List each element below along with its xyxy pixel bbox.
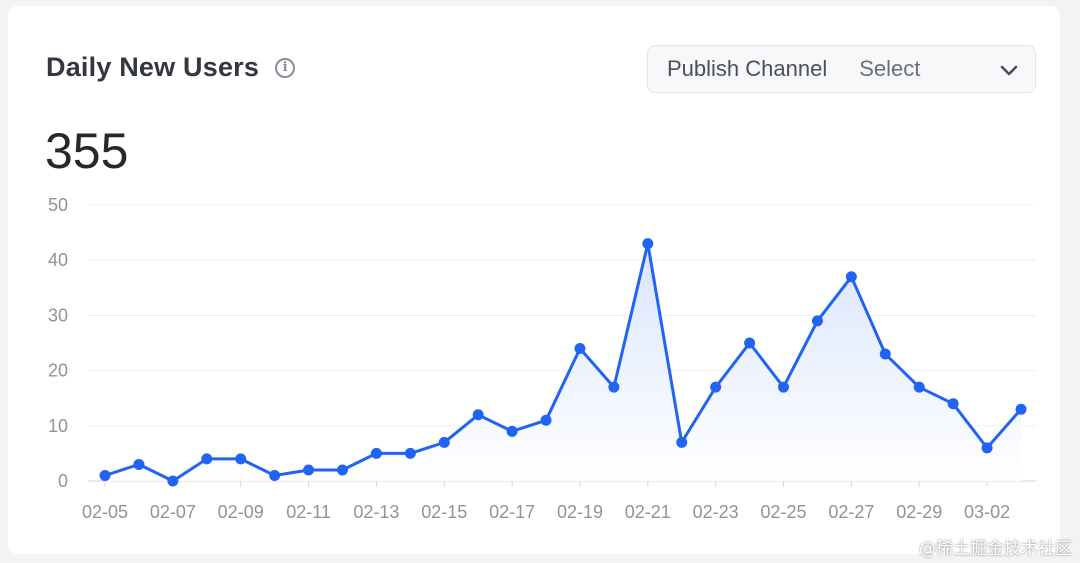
- data-point[interactable]: [845, 271, 857, 283]
- data-point[interactable]: [710, 381, 722, 393]
- data-point[interactable]: [879, 348, 891, 360]
- x-tick-label: 03-02: [964, 502, 1010, 522]
- data-point[interactable]: [269, 469, 281, 481]
- data-point[interactable]: [981, 442, 993, 454]
- data-point[interactable]: [438, 436, 450, 448]
- data-point[interactable]: [235, 453, 247, 465]
- y-tick-label: 40: [48, 250, 68, 270]
- data-point[interactable]: [574, 343, 586, 355]
- y-tick-label: 30: [48, 305, 68, 325]
- data-point[interactable]: [472, 409, 484, 421]
- data-point[interactable]: [303, 464, 315, 476]
- data-point[interactable]: [913, 381, 925, 393]
- x-tick-label: 02-29: [896, 502, 942, 522]
- x-tick-label: 02-15: [421, 502, 467, 522]
- x-tick-label: 02-07: [150, 502, 196, 522]
- x-tick-label: 02-09: [218, 502, 264, 522]
- data-point[interactable]: [336, 464, 348, 476]
- x-tick-label: 02-13: [353, 502, 399, 522]
- data-point[interactable]: [201, 453, 213, 465]
- y-tick-label: 10: [48, 416, 68, 436]
- data-point[interactable]: [370, 447, 382, 459]
- data-point[interactable]: [744, 337, 756, 349]
- data-point[interactable]: [778, 381, 790, 393]
- data-point[interactable]: [608, 381, 620, 393]
- y-axis-ticks: 0 10 20 30 40 50: [48, 195, 68, 491]
- x-tick-label: 02-17: [489, 502, 535, 522]
- data-point[interactable]: [506, 425, 518, 437]
- x-tick-label: 02-23: [693, 502, 739, 522]
- data-point[interactable]: [676, 436, 688, 448]
- watermark: @稀土掘金技术社区: [919, 539, 1072, 559]
- data-point[interactable]: [811, 315, 823, 327]
- y-tick-label: 0: [58, 471, 68, 491]
- line-chart: 01020304050 02-05 02-07 02-09 02-11 02-13 02-…: [48, 195, 1036, 522]
- x-tick-label: 02-25: [760, 502, 806, 522]
- y-tick-label: 50: [48, 195, 68, 215]
- x-axis-ticks: 02-05 02-07 02-09 02-11 02-13 02-15 02-17 02-19…: [82, 481, 1010, 522]
- data-point[interactable]: [642, 238, 654, 250]
- data-point[interactable]: [947, 398, 959, 410]
- data-point[interactable]: [167, 475, 179, 487]
- x-tick-label: 02-05: [82, 502, 128, 522]
- data-point[interactable]: [1015, 403, 1027, 415]
- x-tick-label: 02-21: [625, 502, 671, 522]
- data-point[interactable]: [540, 414, 552, 426]
- data-point[interactable]: [404, 447, 416, 459]
- x-tick-label: 02-27: [828, 502, 874, 522]
- data-point[interactable]: [133, 458, 145, 470]
- x-tick-label: 02-19: [557, 502, 603, 522]
- data-point[interactable]: [99, 469, 111, 481]
- y-tick-label: 20: [48, 361, 68, 381]
- x-tick-label: 02-11: [286, 502, 331, 522]
- series-area: [105, 243, 1021, 481]
